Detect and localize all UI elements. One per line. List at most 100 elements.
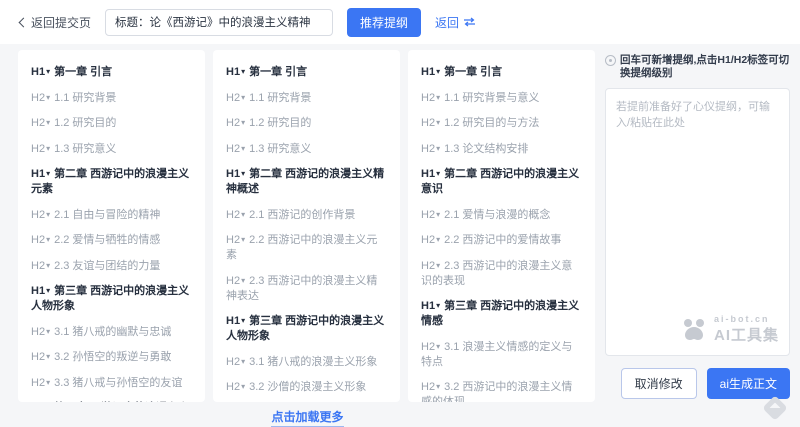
tip-info-icon [605, 55, 616, 66]
level-tag[interactable]: H2 [31, 143, 45, 155]
outline-row[interactable]: H2▾3.2 西游记中的浪漫主义情感的体现 [421, 379, 582, 402]
outline-row[interactable]: H2▾2.1 自由与冒险的精神 [31, 207, 192, 223]
outline-row[interactable]: H2▾2.2 西游记中的爱情故事 [421, 232, 582, 248]
swap-arrows-icon [463, 17, 476, 27]
outline-row[interactable]: H2▾1.3 研究意义 [226, 141, 387, 157]
outline-row[interactable]: H1▾第二章 西游记中的浪漫主义意识 [421, 166, 582, 197]
ai-generate-button[interactable]: ai生成正文 [707, 368, 790, 399]
level-tag[interactable]: H2 [31, 377, 45, 389]
outline-row[interactable]: H2▾1.1 研究背景 [226, 90, 387, 106]
top-toolbar: 返回提交页 推荐提纲 返回 [0, 0, 800, 44]
level-tag[interactable]: H2 [226, 234, 240, 246]
outline-row[interactable]: H2▾3.2 孙悟空的叛逆与勇敢 [31, 349, 192, 365]
level-tag[interactable]: H1 [421, 300, 435, 312]
level-tag[interactable]: H1 [31, 168, 45, 180]
outline-row[interactable]: H2▾2.1 爱情与浪漫的概念 [421, 207, 582, 223]
level-tag[interactable]: H1 [421, 168, 435, 180]
level-tag[interactable]: H1 [31, 285, 45, 297]
caret-down-icon: ▾ [241, 316, 245, 325]
outline-row[interactable]: H1▾第二章 西游记的浪漫主义精神概述 [226, 166, 387, 197]
outline-row[interactable]: H2▾2.1 西游记的创作背景 [226, 207, 387, 223]
outline-text: 1.1 研究背景 [54, 92, 116, 104]
outline-row[interactable]: H2▾2.2 西游记中的浪漫主义元素 [226, 232, 387, 263]
outline-row[interactable]: H2▾2.3 西游记中的浪漫主义精神表达 [226, 273, 387, 304]
outline-row[interactable]: H2▾1.2 研究目的与方法 [421, 115, 582, 131]
level-tag[interactable]: H2 [31, 351, 45, 363]
title-input[interactable] [105, 9, 333, 36]
outline-row[interactable]: H2▾3.2 沙僧的浪漫主义形象 [226, 379, 387, 395]
level-tag[interactable]: H2 [421, 143, 435, 155]
outline-tip: 回车可新增提纲,点击H1/H2标签可切换提纲级别 [605, 54, 790, 80]
caret-down-icon: ▾ [436, 301, 440, 310]
outline-row[interactable]: H2▾2.3 西游记中的浪漫主义意识的表现 [421, 258, 582, 289]
caret-down-icon: ▾ [436, 118, 440, 127]
level-tag[interactable]: H1 [226, 66, 240, 78]
level-tag[interactable]: H2 [421, 92, 435, 104]
outline-row[interactable]: H2▾1.1 研究背景与意义 [421, 90, 582, 106]
outline-text: 第一章 引言 [444, 66, 502, 78]
outline-text: 第三章 西游记中的浪漫主义情感 [421, 300, 579, 327]
level-tag[interactable]: H2 [226, 356, 240, 368]
outline-row[interactable]: H2▾1.1 研究背景 [31, 90, 192, 106]
outline-row[interactable]: H2▾3.1 浪漫主义情感的定义与特点 [421, 339, 582, 370]
outline-text: 3.3 猪八戒与孙悟空的友谊 [54, 377, 182, 389]
outline-row[interactable]: H1▾第三章 西游记中的浪漫主义人物形象 [226, 313, 387, 344]
level-tag[interactable]: H2 [421, 381, 435, 393]
outline-row[interactable]: H2▾1.3 论文结构安排 [421, 141, 582, 157]
outline-text: 1.1 研究背景 [249, 92, 311, 104]
level-tag[interactable]: H2 [421, 209, 435, 221]
outline-row[interactable]: H2▾2.3 友谊与团结的力量 [31, 258, 192, 274]
cancel-edit-button[interactable]: 取消修改 [621, 368, 697, 399]
outline-row[interactable]: H2▾3.1 猪八戒的浪漫主义形象 [226, 354, 387, 370]
ai-bot-paw-logo-icon [679, 317, 709, 343]
custom-outline-textarea[interactable]: 若提前准备好了心仪提纲，可输入/粘贴在此处 ai-bot.cn AI工具集 [605, 88, 790, 356]
outline-text: 第二章 西游记中的浪漫主义意识 [421, 168, 579, 195]
level-tag[interactable]: H2 [226, 381, 240, 393]
outline-row[interactable]: H1▾第三章 西游记中的浪漫主义情感 [421, 298, 582, 329]
outline-text: 第一章 引言 [249, 66, 307, 78]
level-tag[interactable]: H2 [31, 326, 45, 338]
caret-down-icon: ▾ [241, 382, 245, 391]
outline-row[interactable]: H2▾1.2 研究目的 [226, 115, 387, 131]
level-tag[interactable]: H2 [226, 143, 240, 155]
caret-down-icon: ▾ [46, 378, 50, 387]
back-to-submit-link[interactable]: 返回提交页 [20, 14, 91, 31]
caret-down-icon: ▾ [46, 210, 50, 219]
outline-text: 3.1 猪八戒的浪漫主义形象 [249, 356, 377, 368]
level-tag[interactable]: H2 [226, 275, 240, 287]
level-tag[interactable]: H2 [421, 234, 435, 246]
level-tag[interactable]: H2 [226, 92, 240, 104]
outline-row[interactable]: H1▾第一章 引言 [31, 64, 192, 80]
caret-down-icon: ▾ [241, 118, 245, 127]
outline-text: 2.2 爱情与牺牲的情感 [54, 234, 160, 246]
load-more-link[interactable]: 点击加载更多 [271, 410, 343, 427]
outline-row[interactable]: H2▾1.3 研究意义 [31, 141, 192, 157]
level-tag[interactable]: H2 [31, 234, 45, 246]
level-tag[interactable]: H1 [226, 315, 240, 327]
level-tag[interactable]: H2 [31, 92, 45, 104]
level-tag[interactable]: H2 [31, 117, 45, 129]
outline-row[interactable]: H1▾第三章 西游记中的浪漫主义人物形象 [31, 283, 192, 314]
level-tag[interactable]: H1 [31, 66, 45, 78]
outline-row[interactable]: H2▾3.1 猪八戒的幽默与忠诚 [31, 324, 192, 340]
outline-row[interactable]: H1▾第二章 西游记中的浪漫主义元素 [31, 166, 192, 197]
outline-row[interactable]: H2▾2.2 爱情与牺牲的情感 [31, 232, 192, 248]
level-tag[interactable]: H2 [226, 117, 240, 129]
level-tag[interactable]: H2 [31, 209, 45, 221]
return-link[interactable]: 返回 [435, 14, 476, 31]
level-tag[interactable]: H2 [421, 260, 435, 272]
outline-row[interactable]: H1▾第四章 西游记中的浪漫主义意象 [31, 400, 192, 402]
level-tag[interactable]: H1 [421, 66, 435, 78]
recommend-outline-button[interactable]: 推荐提纲 [347, 8, 421, 37]
level-tag[interactable]: H2 [421, 341, 435, 353]
outline-row[interactable]: H2▾ 3.3 猪八戒与孙悟空的友谊 [31, 375, 192, 391]
level-tag[interactable]: H2 [421, 117, 435, 129]
level-tag[interactable]: H2 [31, 260, 45, 272]
outline-row[interactable]: H1▾第一章 引言 [421, 64, 582, 80]
caret-down-icon: ▾ [46, 67, 50, 76]
outline-row[interactable]: H1▾第一章 引言 [226, 64, 387, 80]
return-label: 返回 [435, 14, 459, 31]
outline-row[interactable]: H2▾1.2 研究目的 [31, 115, 192, 131]
level-tag[interactable]: H2 [226, 209, 240, 221]
level-tag[interactable]: H1 [226, 168, 240, 180]
